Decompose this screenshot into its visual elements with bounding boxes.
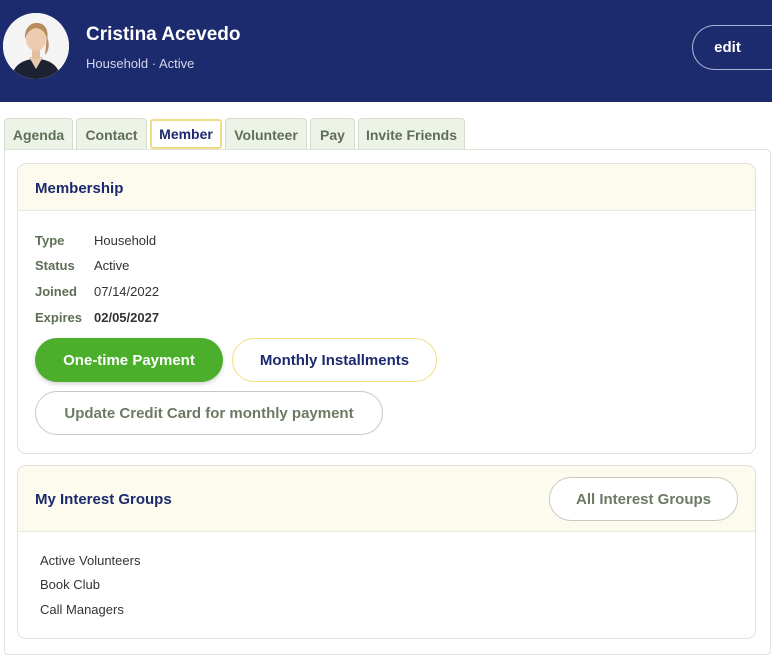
status-value: Active	[94, 258, 130, 273]
profile-subtitle: Household · Active	[86, 56, 195, 71]
type-value: Household	[94, 233, 157, 248]
one-time-payment-button[interactable]: One-time Payment	[35, 338, 223, 382]
all-interest-groups-button[interactable]: All Interest Groups	[549, 477, 738, 521]
tab-agenda[interactable]: Agenda	[4, 118, 73, 150]
profile-header: Cristina Acevedo Household · Active edit	[0, 0, 772, 102]
edit-button[interactable]: edit	[692, 25, 772, 70]
profile-name: Cristina Acevedo	[86, 24, 241, 45]
type-label: Type	[35, 233, 65, 248]
interest-groups-title: My Interest Groups	[35, 491, 172, 508]
membership-card: Membership Type Household Status Active …	[17, 163, 756, 454]
membership-card-header: Membership	[18, 164, 755, 211]
tab-pay[interactable]: Pay	[310, 118, 355, 150]
status-label: Status	[35, 258, 75, 273]
membership-status-row: Status Active	[35, 258, 129, 273]
list-item: Active Volunteers	[40, 553, 141, 568]
monthly-installments-button[interactable]: Monthly Installments	[232, 338, 437, 382]
tab-contact[interactable]: Contact	[76, 118, 147, 150]
update-credit-card-button[interactable]: Update Credit Card for monthly payment	[35, 391, 383, 435]
tab-member[interactable]: Member	[150, 119, 222, 149]
interest-groups-header: My Interest Groups All Interest Groups	[18, 466, 755, 532]
membership-joined-row: Joined 07/14/2022	[35, 284, 159, 299]
list-item: Call Managers	[40, 602, 124, 617]
list-item: Book Club	[40, 577, 100, 592]
tab-volunteer[interactable]: Volunteer	[225, 118, 307, 150]
membership-type-row: Type Household	[35, 233, 156, 248]
membership-title: Membership	[35, 180, 124, 197]
expires-value: 02/05/2027	[94, 310, 160, 325]
expires-label: Expires	[35, 310, 82, 325]
membership-expires-row: Expires 02/05/2027	[35, 310, 159, 325]
joined-value: 07/14/2022	[94, 284, 160, 299]
interest-groups-card: My Interest Groups All Interest Groups A…	[17, 465, 756, 639]
tab-invite-friends[interactable]: Invite Friends	[358, 118, 465, 150]
joined-label: Joined	[35, 284, 77, 299]
avatar	[3, 13, 69, 79]
person-photo-icon	[3, 13, 69, 79]
